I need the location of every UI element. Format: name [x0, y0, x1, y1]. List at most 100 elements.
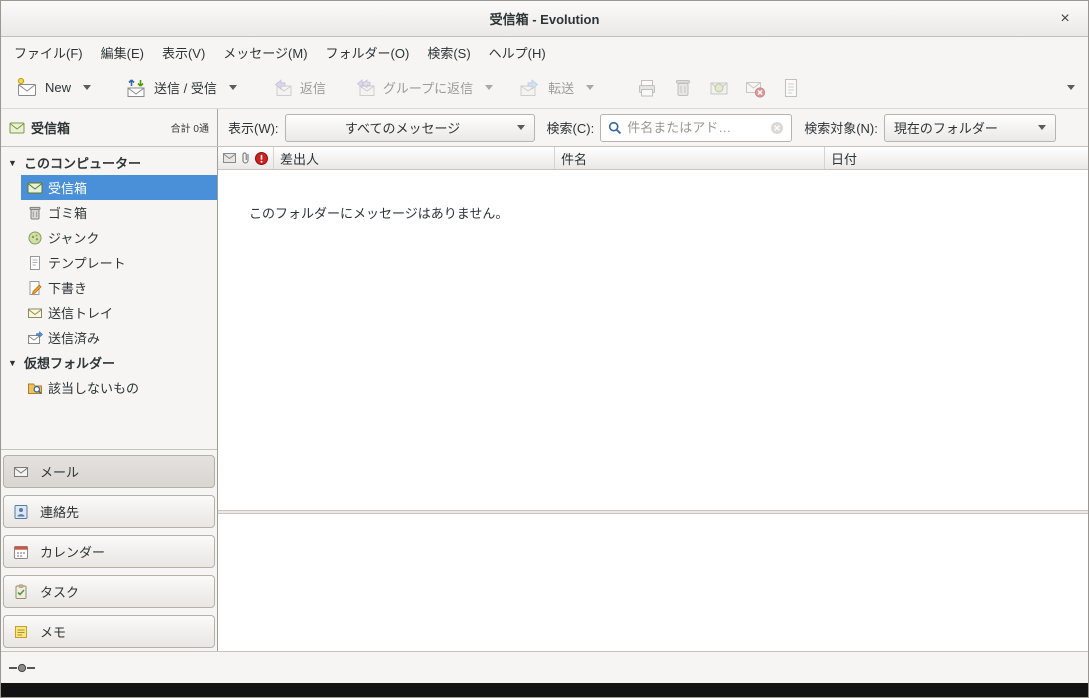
preview-pane[interactable]: [218, 514, 1088, 651]
send-receive-label: 送信 / 受信: [154, 78, 217, 97]
trash-icon: [672, 77, 694, 99]
evolution-window: 受信箱 - Evolution × ファイル(F) 編集(E) 表示(V) メッ…: [0, 0, 1089, 698]
document-icon: [780, 77, 802, 99]
chevron-down-icon: [586, 85, 594, 90]
switcher-tasks-button[interactable]: タスク: [3, 575, 215, 608]
expander-icon[interactable]: ▼: [8, 158, 19, 168]
print-button[interactable]: [629, 72, 665, 104]
send-receive-dropdown-button[interactable]: [224, 80, 242, 95]
priority-icon: [255, 152, 268, 165]
menubar: ファイル(F) 編集(E) 表示(V) メッセージ(M) フォルダー(O) 検索…: [1, 37, 1088, 67]
send-receive-button[interactable]: 送信 / 受信: [118, 72, 224, 104]
status-columns[interactable]: [218, 147, 274, 169]
group-reply-icon: [354, 77, 376, 99]
sidebar-item-sent[interactable]: 送信済み: [1, 325, 217, 350]
sidebar-item-unmatched[interactable]: 該当しないもの: [1, 375, 217, 400]
calendar-icon: [13, 544, 29, 560]
menu-edit[interactable]: 編集(E): [92, 38, 153, 67]
show-label: 表示(W):: [228, 118, 279, 137]
sidebar-item-outbox[interactable]: 送信トレイ: [1, 300, 217, 325]
message-status-icon: [223, 153, 236, 163]
sidebar-item-templates[interactable]: テンプレート: [1, 250, 217, 275]
switcher-label: メモ: [40, 622, 66, 641]
junk-button[interactable]: [701, 72, 737, 104]
empty-folder-message: このフォルダーにメッセージはありません。: [249, 206, 508, 221]
section-label: 仮想フォルダー: [24, 353, 115, 372]
sidebar-section-this-computer[interactable]: ▼ このコンピューター: [1, 150, 217, 175]
folder-tree: ▼ このコンピューター 受信箱 ゴミ箱: [1, 147, 217, 449]
mail-icon: [13, 464, 29, 480]
sidebar-item-label: 下書き: [48, 278, 87, 297]
reply-icon: [271, 77, 293, 99]
toolbar: New 送信 / 受信 返信 グループに返信: [1, 67, 1088, 109]
column-label: 差出人: [280, 149, 319, 168]
menu-file[interactable]: ファイル(F): [5, 38, 92, 67]
filterbar: 受信箱 合計 0通 表示(W): すべてのメッセージ 検索(C): 検索対象(N…: [1, 109, 1088, 147]
content-area: ▼ このコンピューター 受信箱 ゴミ箱: [1, 147, 1088, 651]
expander-icon[interactable]: ▼: [8, 358, 19, 368]
chevron-down-icon: [1067, 85, 1075, 90]
show-filter-dropdown[interactable]: すべてのメッセージ: [285, 114, 535, 142]
switcher-calendar-button[interactable]: カレンダー: [3, 535, 215, 568]
new-dropdown-button[interactable]: [78, 80, 96, 95]
search-icon[interactable]: [608, 121, 622, 135]
close-icon[interactable]: ×: [1054, 8, 1076, 30]
menu-help[interactable]: ヘルプ(H): [480, 38, 555, 67]
new-message-button[interactable]: New: [9, 72, 78, 104]
menu-folder[interactable]: フォルダー(O): [317, 38, 419, 67]
junk-mail-icon: [708, 77, 730, 99]
search-input[interactable]: [627, 120, 765, 135]
window-title: 受信箱 - Evolution: [490, 9, 600, 28]
sidebar-item-junk[interactable]: ジャンク: [1, 225, 217, 250]
column-from[interactable]: 差出人: [274, 147, 555, 169]
group-reply-label: グループに返信: [383, 78, 473, 97]
search-scope-dropdown[interactable]: 現在のフォルダー: [884, 114, 1056, 142]
clear-search-icon[interactable]: [770, 121, 784, 135]
menu-search[interactable]: 検索(S): [418, 38, 479, 67]
cancel-mail-icon: [744, 77, 766, 99]
sidebar: ▼ このコンピューター 受信箱 ゴミ箱: [1, 147, 218, 651]
sidebar-item-drafts[interactable]: 下書き: [1, 275, 217, 300]
send-receive-icon: [125, 77, 147, 99]
statusbar: [1, 651, 1088, 683]
switcher-label: メール: [40, 462, 79, 481]
scope-label: 検索対象(N):: [804, 118, 878, 137]
inbox-icon: [27, 180, 43, 196]
sidebar-section-search-folders[interactable]: ▼ 仮想フォルダー: [1, 350, 217, 375]
reply-label: 返信: [300, 78, 326, 97]
delete-button[interactable]: [665, 72, 701, 104]
forward-button[interactable]: 転送: [512, 72, 581, 104]
section-label: このコンピューター: [24, 153, 141, 172]
toolbar-overflow-button[interactable]: [1062, 80, 1080, 95]
titlebar[interactable]: 受信箱 - Evolution ×: [1, 1, 1088, 37]
reply-button[interactable]: 返信: [264, 72, 333, 104]
memo-icon: [13, 624, 29, 640]
column-label: 件名: [561, 149, 587, 168]
group-reply-button[interactable]: グループに返信: [347, 72, 480, 104]
switcher-memos-button[interactable]: メモ: [3, 615, 215, 648]
switcher-mail-button[interactable]: メール: [3, 455, 215, 488]
view-switcher: メール 連絡先 カレンダー: [1, 449, 217, 651]
chevron-down-icon: [229, 85, 237, 90]
sidebar-item-inbox[interactable]: 受信箱: [21, 175, 217, 200]
menu-view[interactable]: 表示(V): [153, 38, 214, 67]
forward-label: 転送: [548, 78, 574, 97]
current-folder-indicator: 受信箱 合計 0通: [1, 109, 218, 146]
properties-button[interactable]: [773, 72, 809, 104]
online-status-icon[interactable]: [9, 662, 35, 674]
group-reply-dropdown-button[interactable]: [480, 80, 498, 95]
message-list-header: 差出人 件名 日付: [218, 147, 1088, 170]
search-scope-value: 現在のフォルダー: [894, 118, 1032, 137]
sidebar-item-trash[interactable]: ゴミ箱: [1, 200, 217, 225]
chevron-down-icon: [83, 85, 91, 90]
search-entry[interactable]: [600, 114, 792, 142]
chevron-down-icon: [485, 85, 493, 90]
column-subject[interactable]: 件名: [555, 147, 825, 169]
forward-dropdown-button[interactable]: [581, 80, 599, 95]
search-folder-icon: [27, 380, 43, 396]
cancel-button[interactable]: [737, 72, 773, 104]
switcher-contacts-button[interactable]: 連絡先: [3, 495, 215, 528]
message-list[interactable]: このフォルダーにメッセージはありません。: [218, 170, 1088, 510]
column-date[interactable]: 日付: [825, 147, 1088, 169]
menu-message[interactable]: メッセージ(M): [214, 38, 316, 67]
